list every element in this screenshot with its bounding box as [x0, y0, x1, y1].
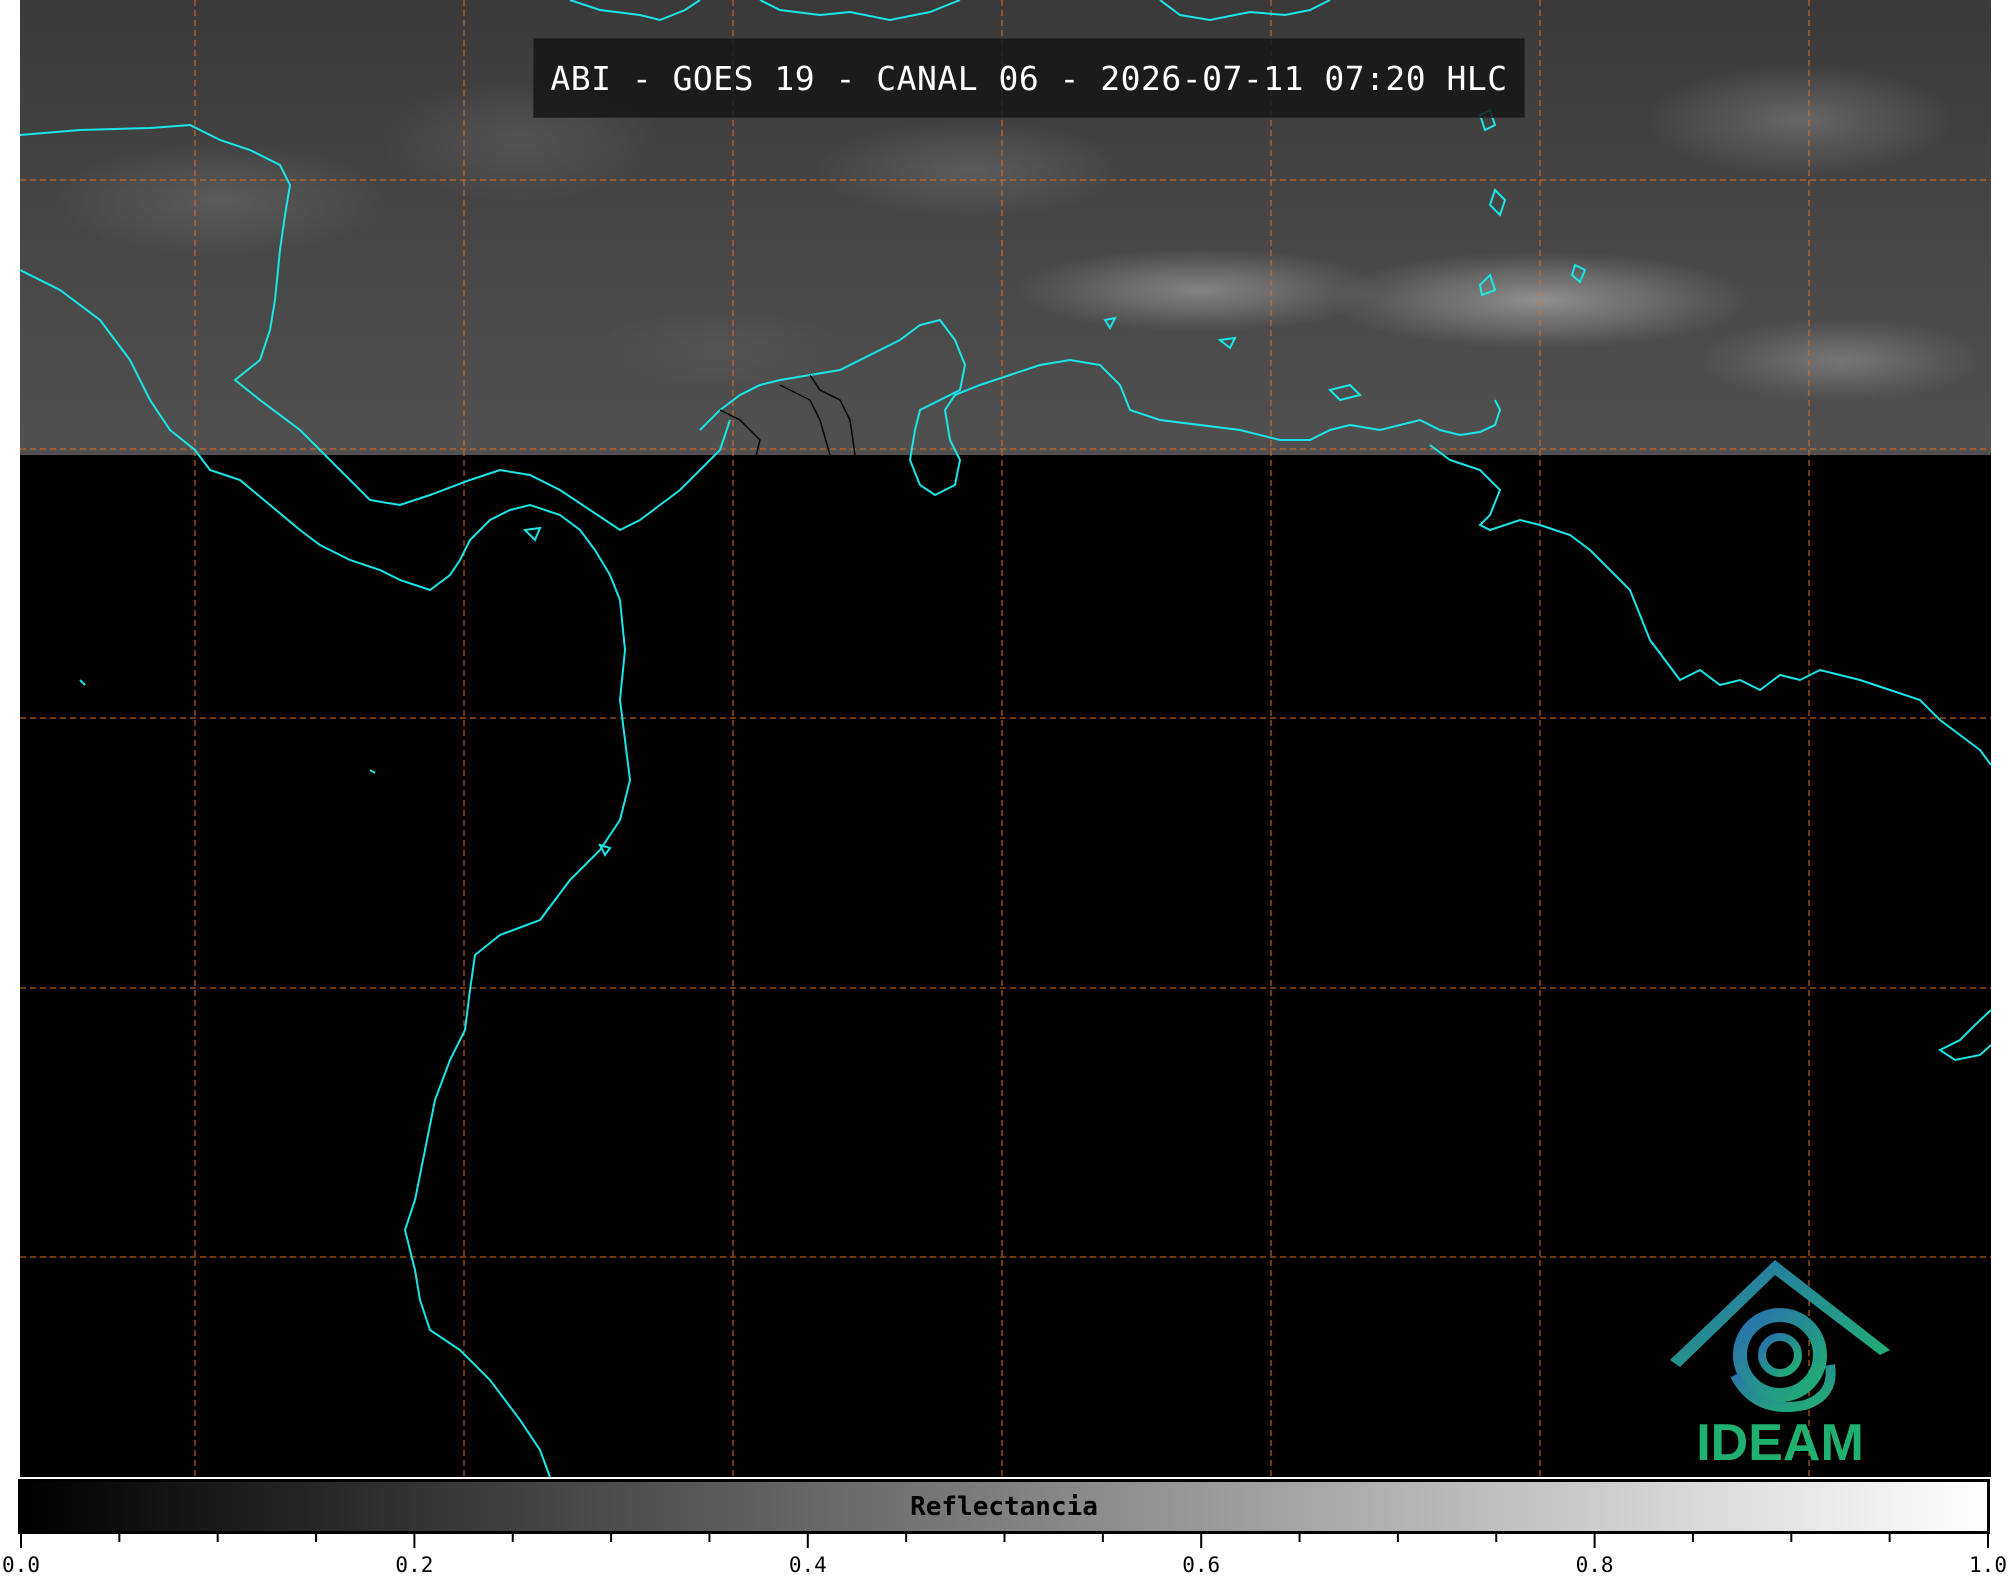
colorbar-tick-label: 0.8: [1575, 1553, 1614, 1577]
colorbar-tick-label: 0.2: [395, 1553, 434, 1577]
logo-swirl-icon: [1733, 1308, 1827, 1402]
coastline-island: [369, 769, 376, 774]
border-line: [779, 384, 831, 456]
country-borders: [719, 374, 856, 461]
ideam-logo: IDEAM: [1670, 1260, 1890, 1470]
map-title: ABI - GOES 19 - CANAL 06 - 2026-07-11 07…: [533, 38, 1525, 118]
coastline-island: [1570, 263, 1587, 284]
coastline-island: [1488, 188, 1507, 217]
coastline-island: [569, 0, 701, 22]
coastline-central-america: [20, 123, 731, 532]
coastline-island: [1328, 383, 1362, 402]
coastline-brazil-east: [1938, 1009, 1991, 1062]
coastline-island: [759, 0, 961, 22]
coastline-island: [1159, 0, 1331, 22]
coastline-venezuela-east: [1429, 444, 1991, 766]
coastline-island: [598, 843, 612, 857]
colorbar-tick-label: 0.4: [788, 1553, 827, 1577]
logo-text: IDEAM: [1696, 1414, 1864, 1470]
coastline-island: [1103, 316, 1117, 331]
colorbar-tick-label: 0.0: [2, 1553, 40, 1577]
coastline-island: [522, 526, 542, 542]
coastline-island: [1478, 273, 1497, 297]
colorbar-label: Reflectancia: [910, 1492, 1098, 1522]
colorbar-tick-label: 0.6: [1182, 1553, 1221, 1577]
coastline-colombia-venezuela: [699, 318, 1502, 497]
colorbar: Reflectancia: [18, 1479, 1990, 1534]
colorbar-tick-label: 1.0: [1969, 1553, 2007, 1577]
coastline-island: [1217, 336, 1237, 350]
satellite-map[interactable]: ABI - GOES 19 - CANAL 06 - 2026-07-11 07…: [20, 0, 1991, 1477]
coastline-central-america-pacific: [20, 269, 632, 1477]
coastline-island: [79, 679, 86, 686]
colorbar-ticks: [20, 1534, 1989, 1548]
